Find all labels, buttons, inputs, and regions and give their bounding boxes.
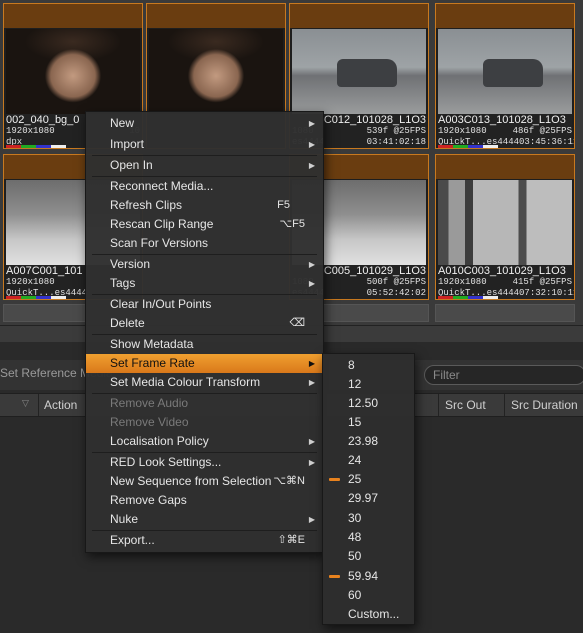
frame-rate-option[interactable]: 24 xyxy=(323,451,414,470)
clip-frames: 486f @25FPS xyxy=(512,126,572,136)
clip-resolution: 1920x1080 xyxy=(6,277,55,287)
frame-rate-option[interactable]: 29.97 xyxy=(323,489,414,508)
frame-rate-option[interactable]: 48 xyxy=(323,528,414,547)
frame-rate-option[interactable]: 60 xyxy=(323,586,414,605)
frame-rate-option[interactable]: 12 xyxy=(323,375,414,394)
submenu-arrow-icon: ▶ xyxy=(308,119,315,128)
menu-item-set-media-colour-transform[interactable]: Set Media Colour Transform ▶ xyxy=(86,373,323,392)
clip-thumbnail xyxy=(292,29,426,114)
menu-item-red-look-settings[interactable]: RED Look Settings... ▶ xyxy=(86,453,323,472)
menu-item-refresh-clips[interactable]: Refresh Clips F5 xyxy=(86,196,323,215)
menu-item-rescan-clip-range[interactable]: Rescan Clip Range ⌥F5 xyxy=(86,215,323,234)
submenu-arrow-icon: ▶ xyxy=(308,378,315,387)
clip-frames: 539f @25FPS xyxy=(366,126,426,136)
menu-item-import[interactable]: Import ▶ xyxy=(86,135,323,154)
clip-thumbnail xyxy=(6,29,140,114)
clip-thumbnail xyxy=(149,29,283,114)
clip-timecode: 03:41:02:18 xyxy=(366,137,426,147)
column-src-out[interactable]: Src Out xyxy=(445,398,486,412)
submenu-arrow-icon: ▶ xyxy=(308,359,315,368)
frame-rate-option-selected[interactable]: 25 xyxy=(323,470,414,489)
checked-dash-icon xyxy=(329,575,340,578)
frame-rate-option-custom[interactable]: Custom... xyxy=(323,605,414,624)
menu-item-delete[interactable]: Delete ⌫ xyxy=(86,314,323,333)
submenu-arrow-icon: ▶ xyxy=(308,140,315,149)
submenu-arrow-icon: ▶ xyxy=(308,515,315,524)
submenu-arrow-icon: ▶ xyxy=(308,279,315,288)
menu-item-tags[interactable]: Tags ▶ xyxy=(86,274,323,293)
menu-item-remove-video: Remove Video xyxy=(110,415,189,429)
clip-frames: 500f @25FPS xyxy=(366,277,426,287)
menu-item-remove-gaps[interactable]: Remove Gaps xyxy=(86,491,323,510)
menu-item-new[interactable]: New ▶ xyxy=(86,114,323,133)
menu-item-remove-audio: Remove Audio xyxy=(110,396,189,410)
frame-rate-option[interactable]: 30 xyxy=(323,509,414,528)
clip-resolution: 1920x1080 xyxy=(6,126,55,136)
clip-timecode: 05:52:42:02 xyxy=(366,288,426,298)
clip-timecode: 03:45:36:11 xyxy=(519,137,575,147)
checked-dash-icon xyxy=(329,478,340,481)
clip-tile[interactable]: A003C013_101028_L1O3 1920x1080 486f @25FP… xyxy=(435,3,575,149)
menu-item-show-metadata[interactable]: Show Metadata xyxy=(86,335,323,354)
submenu-arrow-icon: ▶ xyxy=(308,260,315,269)
clip-resolution: 1920x1080 xyxy=(438,126,487,136)
frame-rate-option-selected[interactable]: 59.94 xyxy=(323,567,414,586)
menu-item-nuke[interactable]: Nuke ▶ xyxy=(86,510,323,529)
frame-rate-option[interactable]: 12.50 xyxy=(323,394,414,413)
frame-rate-option[interactable]: 8 xyxy=(323,356,414,375)
menu-item-export[interactable]: Export... ⇧⌘E xyxy=(86,531,323,550)
clip-frames: 415f @25FPS xyxy=(512,277,572,287)
clip-resolution: 1920x1080 xyxy=(438,277,487,287)
sort-icon[interactable]: ▽ xyxy=(22,398,29,409)
frame-rate-option[interactable]: 23.98 xyxy=(323,432,414,451)
menu-item-localisation-policy[interactable]: Localisation Policy ▶ xyxy=(86,432,323,451)
clip-thumbnail xyxy=(438,180,572,265)
submenu-arrow-icon: ▶ xyxy=(308,458,315,467)
submenu-arrow-icon: ▶ xyxy=(308,161,315,170)
frame-rate-option[interactable]: 50 xyxy=(323,547,414,566)
filter-input[interactable]: Filter xyxy=(424,365,583,385)
clip-thumbnail xyxy=(438,29,572,114)
menu-item-version[interactable]: Version ▶ xyxy=(86,255,323,274)
menu-item-open-in[interactable]: Open In ▶ xyxy=(86,156,323,175)
menu-item-set-frame-rate[interactable]: Set Frame Rate ▶ xyxy=(86,354,323,373)
column-action[interactable]: Action xyxy=(44,398,77,412)
menu-item-new-sequence[interactable]: New Sequence from Selection ⌥⌘N xyxy=(86,472,323,491)
column-src-duration[interactable]: Src Duration xyxy=(511,398,578,412)
menu-item-scan-for-versions[interactable]: Scan For Versions xyxy=(86,234,323,253)
clip-name: A010C003_101029_L1O3 xyxy=(438,265,566,277)
clip-name: A003C013_101028_L1O3 xyxy=(438,114,566,126)
frame-rate-submenu: 8 12 12.50 15 23.98 24 25 29.97 30 48 50… xyxy=(322,353,415,625)
menu-item-clear-in-out[interactable]: Clear In/Out Points xyxy=(86,295,323,314)
delete-key-icon: ⌫ xyxy=(289,317,305,329)
clip-tile[interactable]: A010C003_101029_L1O3 1920x1080 415f @25FP… xyxy=(435,154,575,300)
frame-rate-option[interactable]: 15 xyxy=(323,413,414,432)
clip-tile-partial[interactable] xyxy=(435,304,575,322)
context-menu: New ▶ Import ▶ Open In ▶ Reconnect Media...… xyxy=(85,111,324,553)
submenu-arrow-icon: ▶ xyxy=(308,437,315,446)
clip-timecode: 07:32:10:11 xyxy=(519,288,575,298)
menu-item-reconnect-media[interactable]: Reconnect Media... xyxy=(86,177,323,196)
